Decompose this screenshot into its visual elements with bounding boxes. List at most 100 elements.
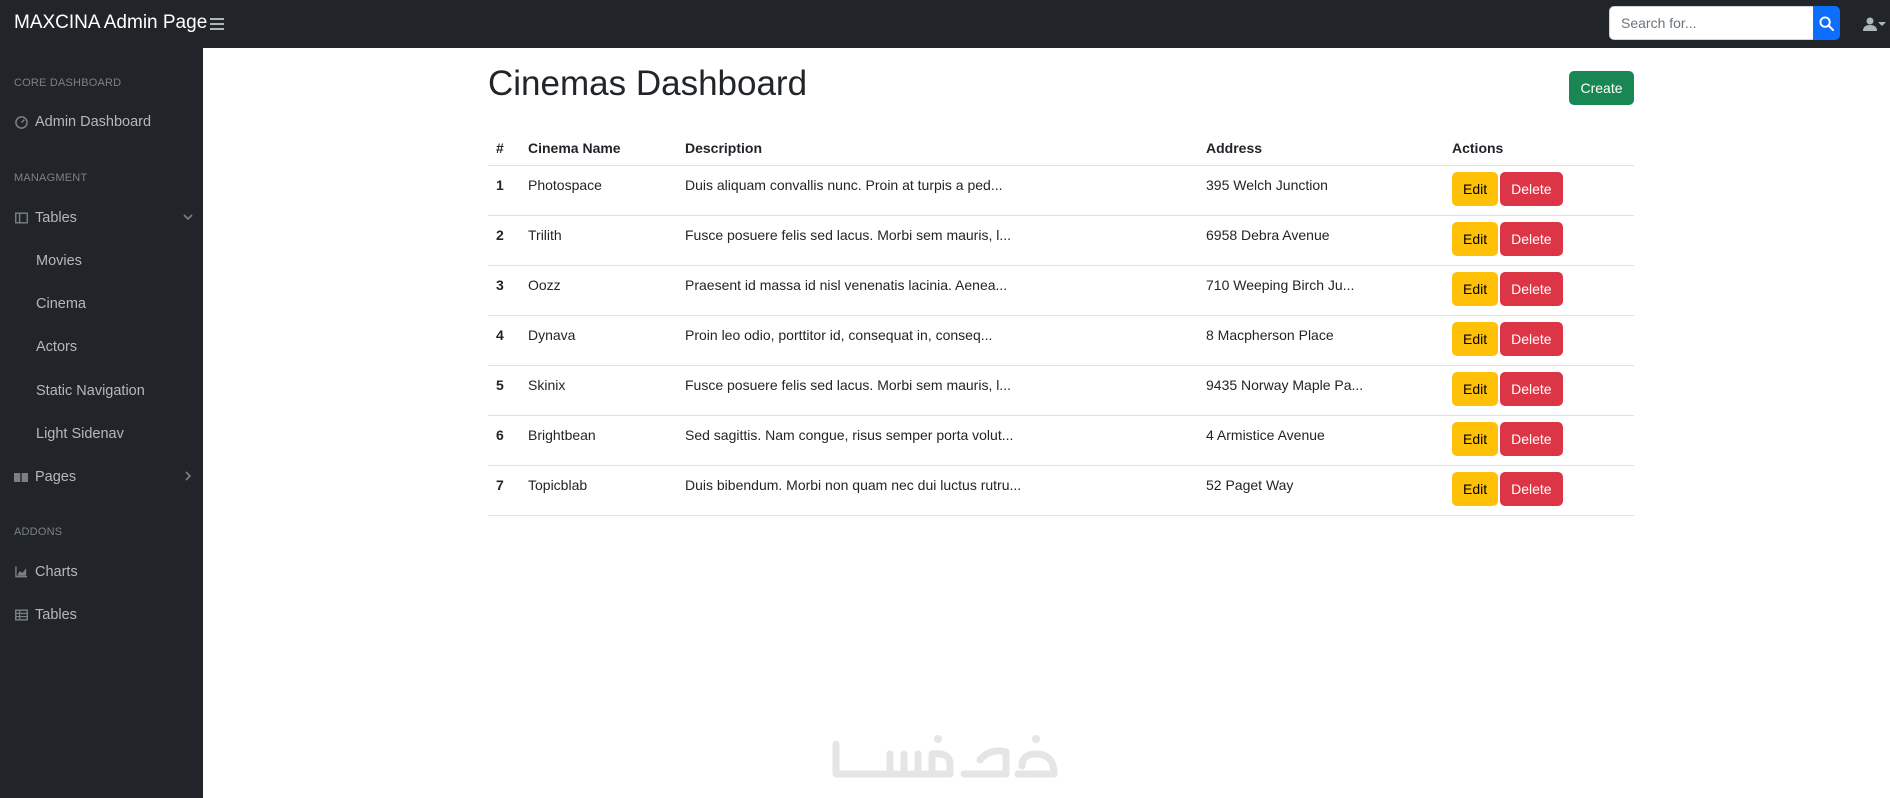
row-actions: Edit Delete	[1444, 465, 1634, 516]
delete-button[interactable]: Delete	[1500, 321, 1563, 356]
page-title: Cinemas Dashboard	[488, 64, 808, 103]
search-input[interactable]	[1609, 6, 1813, 40]
sidebar-heading-core: CORE DASHBOARD	[14, 77, 122, 89]
row-number: 4	[488, 315, 520, 366]
table-row: 5 Skinix Fusce posuere felis sed lacus. …	[488, 365, 1634, 416]
cinemas-table: # Cinema Name Description Address Action…	[488, 132, 1634, 516]
table-row: 1 Photospace Duis aliquam convallis nunc…	[488, 165, 1634, 216]
column-header-description: Description	[677, 132, 1198, 166]
delete-button[interactable]: Delete	[1500, 271, 1563, 306]
column-header-actions: Actions	[1444, 132, 1634, 166]
sidebar-item-label: Admin Dashboard	[35, 114, 152, 130]
cinema-address: 395 Welch Junction	[1198, 165, 1444, 216]
cinema-name: Topicblab	[520, 465, 677, 516]
brand-title[interactable]: MAXCINA Admin Page	[14, 12, 207, 34]
row-number: 1	[488, 165, 520, 216]
edit-button[interactable]: Edit	[1452, 371, 1499, 406]
sidebar-item-pages[interactable]: Pages	[14, 465, 194, 489]
chevron-right-icon	[185, 471, 192, 481]
sidebar-heading-addons: ADDONS	[14, 526, 63, 538]
search-group	[1609, 6, 1840, 40]
cinema-description: Fusce posuere felis sed lacus. Morbi sem…	[677, 215, 1198, 266]
cinema-address: 6958 Debra Avenue	[1198, 215, 1444, 266]
khamsat-watermark-logo	[832, 735, 1058, 778]
delete-button[interactable]: Delete	[1500, 171, 1563, 206]
user-menu[interactable]	[1862, 14, 1890, 34]
sidebar-heading-management: MANAGMENT	[14, 172, 88, 184]
cinema-address: 4 Armistice Avenue	[1198, 415, 1444, 466]
delete-button[interactable]: Delete	[1500, 471, 1563, 506]
sidebar-item-movies[interactable]: Movies	[36, 249, 196, 273]
sidebar-item-label: Pages	[35, 469, 77, 485]
row-number: 5	[488, 365, 520, 416]
row-actions: Edit Delete	[1444, 165, 1634, 216]
table-row: 7 Topicblab Duis bibendum. Morbi non qua…	[488, 465, 1634, 516]
sidebar-item-tables[interactable]: Tables	[14, 206, 194, 230]
delete-button[interactable]: Delete	[1500, 371, 1563, 406]
row-number: 3	[488, 265, 520, 316]
sidebar-toggle-icon[interactable]	[210, 15, 224, 33]
cinema-description: Fusce posuere felis sed lacus. Morbi sem…	[677, 365, 1198, 416]
create-button[interactable]: Create	[1569, 71, 1634, 105]
dashboard-icon	[14, 115, 28, 129]
sidebar-item-addon-tables[interactable]: Tables	[14, 603, 194, 627]
table-row: 2 Trilith Fusce posuere felis sed lacus.…	[488, 215, 1634, 266]
chevron-down-icon	[183, 214, 193, 221]
table-row: 6 Brightbean Sed sagittis. Nam congue, r…	[488, 415, 1634, 466]
column-header-address: Address	[1198, 132, 1444, 166]
cinema-description: Duis bibendum. Morbi non quam nec dui lu…	[677, 465, 1198, 516]
search-button[interactable]	[1813, 6, 1840, 40]
sidebar-item-light-sidenav[interactable]: Light Sidenav	[36, 422, 196, 446]
chevron-down-icon	[1878, 22, 1886, 26]
delete-button[interactable]: Delete	[1500, 221, 1563, 256]
row-actions: Edit Delete	[1444, 265, 1634, 316]
sidebar-item-charts[interactable]: Charts	[14, 560, 194, 584]
cinema-description: Sed sagittis. Nam congue, risus semper p…	[677, 415, 1198, 466]
table-row: 4 Dynava Proin leo odio, porttitor id, c…	[488, 315, 1634, 366]
cinema-name: Brightbean	[520, 415, 677, 466]
row-actions: Edit Delete	[1444, 215, 1634, 266]
sidebar-item-label: Tables	[35, 607, 77, 623]
cinema-description: Proin leo odio, porttitor id, consequat …	[677, 315, 1198, 366]
row-actions: Edit Delete	[1444, 365, 1634, 416]
row-number: 2	[488, 215, 520, 266]
table-row: 3 Oozz Praesent id massa id nisl venenat…	[488, 265, 1634, 316]
cinema-description: Duis aliquam convallis nunc. Proin at tu…	[677, 165, 1198, 216]
column-header-cinema-name: Cinema Name	[520, 132, 677, 166]
sidebar-item-label: Charts	[35, 564, 78, 580]
cinema-address: 52 Paget Way	[1198, 465, 1444, 516]
cinema-name: Oozz	[520, 265, 677, 316]
edit-button[interactable]: Edit	[1452, 471, 1499, 506]
row-actions: Edit Delete	[1444, 315, 1634, 366]
row-number: 7	[488, 465, 520, 516]
cinema-address: 710 Weeping Birch Ju...	[1198, 265, 1444, 316]
cinema-name: Photospace	[520, 165, 677, 216]
row-actions: Edit Delete	[1444, 415, 1634, 466]
columns-icon	[14, 211, 28, 225]
cinema-name: Skinix	[520, 365, 677, 416]
sidebar-item-cinema[interactable]: Cinema	[36, 292, 196, 316]
edit-button[interactable]: Edit	[1452, 421, 1499, 456]
book-open-icon	[14, 470, 28, 484]
cinema-name: Trilith	[520, 215, 677, 266]
chart-area-icon	[14, 565, 28, 579]
cinema-name: Dynava	[520, 315, 677, 366]
user-icon	[1863, 17, 1877, 31]
column-header-number: #	[488, 132, 520, 166]
sidebar-item-static-navigation[interactable]: Static Navigation	[36, 379, 196, 403]
cinema-description: Praesent id massa id nisl venenatis laci…	[677, 265, 1198, 316]
edit-button[interactable]: Edit	[1452, 221, 1499, 256]
edit-button[interactable]: Edit	[1452, 171, 1499, 206]
edit-button[interactable]: Edit	[1452, 321, 1499, 356]
delete-button[interactable]: Delete	[1500, 421, 1563, 456]
cinema-address: 8 Macpherson Place	[1198, 315, 1444, 366]
top-navbar: MAXCINA Admin Page	[0, 0, 1890, 48]
table-icon	[14, 608, 28, 622]
sidebar-item-label: Tables	[35, 210, 77, 226]
sidebar-item-admin-dashboard[interactable]: Admin Dashboard	[14, 110, 194, 134]
cinema-address: 9435 Norway Maple Pa...	[1198, 365, 1444, 416]
edit-button[interactable]: Edit	[1452, 271, 1499, 306]
row-number: 6	[488, 415, 520, 466]
sidebar-item-actors[interactable]: Actors	[36, 335, 196, 359]
table-header-row: # Cinema Name Description Address Action…	[488, 132, 1634, 166]
